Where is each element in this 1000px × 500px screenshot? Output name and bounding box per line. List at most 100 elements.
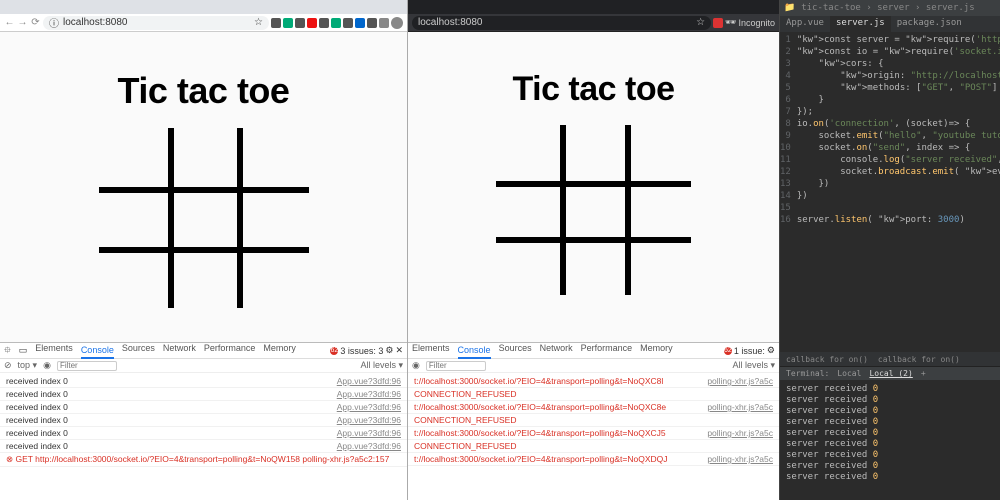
devtools-tab-sources[interactable]: Sources <box>122 343 155 359</box>
code-line[interactable]: "kw">origin: "http://localhost:8080", <box>797 70 1000 82</box>
code-line[interactable]: io.on('connection', (socket)=> { <box>797 118 1000 130</box>
file-tab[interactable]: package.json <box>891 16 968 32</box>
site-info-icon[interactable]: ⓘ <box>49 15 59 30</box>
devtools-inspect-icon[interactable]: ⯐ <box>4 343 11 359</box>
devtools-tab-elements[interactable]: Elements <box>412 343 450 359</box>
breadcrumb-segment[interactable]: server <box>877 3 910 13</box>
devtools-tab-network[interactable]: Network <box>163 343 196 359</box>
code-line[interactable]: } <box>797 94 1000 106</box>
tic-tac-toe-board[interactable] <box>496 125 691 295</box>
console-line[interactable]: received index 0App.vue?3dfd:96 <box>0 375 407 388</box>
terminal-tab[interactable]: Local (2) <box>869 369 912 378</box>
devtools-tab-memory[interactable]: Memory <box>640 343 673 359</box>
extension-icon[interactable] <box>343 18 353 28</box>
console-line[interactable]: t://localhost:3000/socket.io/?EIO=4&tran… <box>408 401 779 414</box>
code-line[interactable]: "kw">const io = "kw">require('socket.io'… <box>797 46 1000 58</box>
console-line[interactable]: ⊗ GET http://localhost:3000/socket.io/?E… <box>0 453 407 467</box>
devtools-gear-icon[interactable]: ⚙ <box>385 345 393 356</box>
levels-selector[interactable]: All levels ▾ <box>732 360 775 371</box>
devtools-tab-sources[interactable]: Sources <box>499 343 532 359</box>
console-line[interactable]: t://localhost:3000/socket.io/?EIO=4&tran… <box>408 375 779 388</box>
extension-icon[interactable] <box>271 18 281 28</box>
eye-icon[interactable]: ◉ <box>412 360 420 371</box>
file-tab[interactable]: App.vue <box>780 16 830 32</box>
console-line[interactable]: received index 0App.vue?3dfd:96 <box>0 440 407 453</box>
terminal-tab[interactable]: + <box>921 369 926 378</box>
code-line[interactable]: }) <box>797 178 1000 190</box>
filter-input[interactable] <box>57 361 117 371</box>
devtools-tab-memory[interactable]: Memory <box>263 343 296 359</box>
console-clear-icon[interactable]: ⊘ <box>4 360 12 371</box>
extension-icon[interactable] <box>713 18 723 28</box>
console-line[interactable]: t://localhost:3000/socket.io/?EIO=4&tran… <box>408 453 779 466</box>
extension-icon[interactable] <box>319 18 329 28</box>
terminal-output[interactable]: server received 0server received 0server… <box>780 380 1000 500</box>
extension-icon[interactable] <box>283 18 293 28</box>
extension-icon[interactable] <box>295 18 305 28</box>
address-bar[interactable]: localhost:8080 ☆ <box>412 16 711 30</box>
code-line[interactable]: "kw">const server = "kw">require('http')… <box>797 34 1000 46</box>
code-line[interactable]: socket.on("send", index => { <box>797 142 1000 154</box>
terminal-tab[interactable]: Local <box>837 369 861 378</box>
extension-icon[interactable] <box>307 18 317 28</box>
code-line[interactable]: "kw">cors: { <box>797 58 1000 70</box>
devtools-tab-elements[interactable]: Elements <box>35 343 73 359</box>
console-log[interactable]: received index 0App.vue?3dfd:96received … <box>0 373 407 500</box>
levels-selector[interactable]: All levels ▾ <box>360 360 403 371</box>
console-line[interactable]: t://localhost:3000/socket.io/?EIO=4&tran… <box>408 427 779 440</box>
code-line[interactable]: }) <box>797 190 1000 202</box>
devtools-close-icon[interactable]: ✕ <box>395 345 403 356</box>
console-line[interactable]: CONNECTION_REFUSED <box>408 440 779 453</box>
filter-input[interactable] <box>426 361 486 371</box>
devtools-errors[interactable]: 62 1 issue: ⚙ <box>724 345 775 356</box>
console-line[interactable]: received index 0App.vue?3dfd:96 <box>0 388 407 401</box>
code-line[interactable]: }); <box>797 106 1000 118</box>
code-line[interactable] <box>797 202 1000 214</box>
devtools-tab-network[interactable]: Network <box>540 343 573 359</box>
devtools-errors[interactable]: 62 3 issues: 3 ⚙ ✕ <box>330 345 403 356</box>
console-line[interactable]: received index 0App.vue?3dfd:96 <box>0 401 407 414</box>
breadcrumb-segment[interactable]: server.js <box>926 3 975 13</box>
editor-file-tabs[interactable]: App.vueserver.jspackage.json <box>780 16 1000 32</box>
code-line[interactable]: console.log("server received", index); <box>797 154 1000 166</box>
console-line[interactable]: received index 0App.vue?3dfd:96 <box>0 427 407 440</box>
eye-icon[interactable]: ◉ <box>43 360 51 371</box>
file-tab[interactable]: server.js <box>830 16 891 32</box>
code-line[interactable]: socket.emit("hello", "youtube tutorial")… <box>797 130 1000 142</box>
devtools-tab-console[interactable]: Console <box>81 343 114 359</box>
terminal-tabs[interactable]: Terminal: Local Local (2) + <box>780 366 1000 380</box>
context-selector[interactable]: top ▾ <box>18 360 38 371</box>
bookmark-star-icon[interactable]: ☆ <box>696 17 705 28</box>
extension-icon[interactable] <box>379 18 389 28</box>
code-editor[interactable]: 12345678910111213141516 "kw">const serve… <box>780 32 1000 352</box>
structure-crumb[interactable]: callback for on() <box>786 355 868 364</box>
code-line[interactable]: socket.broadcast.emit( "kw">ev: "play", … <box>797 166 1000 178</box>
address-bar[interactable]: ⓘ localhost:8080 ☆ <box>43 16 269 30</box>
code-line[interactable]: server.listen( "kw">port: 3000) <box>797 214 1000 226</box>
devtools-tab-console[interactable]: Console <box>458 343 491 359</box>
console-log[interactable]: t://localhost:3000/socket.io/?EIO=4&tran… <box>408 373 779 500</box>
code-area[interactable]: "kw">const server = "kw">require('http')… <box>795 32 1000 352</box>
terminal-tab[interactable]: Terminal: <box>786 369 829 378</box>
extensions-area[interactable] <box>271 18 389 28</box>
code-line[interactable]: "kw">methods: ["GET", "POST"] <box>797 82 1000 94</box>
devtools-tab-performance[interactable]: Performance <box>204 343 256 359</box>
extension-icon[interactable] <box>355 18 365 28</box>
console-line[interactable]: CONNECTION_REFUSED <box>408 388 779 401</box>
tab-strip[interactable] <box>408 0 779 14</box>
devtools-tab-performance[interactable]: Performance <box>581 343 633 359</box>
forward-icon[interactable]: → <box>17 17 28 28</box>
devtools-gear-icon[interactable]: ⚙ <box>767 345 775 356</box>
ide-breadcrumbs[interactable]: 📁 tic-tac-toe › server › server.js <box>780 0 1000 16</box>
back-icon[interactable]: ← <box>4 17 15 28</box>
reload-icon[interactable]: ⟳ <box>30 17 41 28</box>
console-line[interactable]: received index 0App.vue?3dfd:96 <box>0 414 407 427</box>
devtools-device-icon[interactable]: ▭ <box>19 345 28 356</box>
structure-crumbs[interactable]: callback for on()callback for on() <box>780 352 1000 366</box>
tic-tac-toe-board[interactable] <box>99 128 309 308</box>
extension-icon[interactable] <box>331 18 341 28</box>
profile-avatar[interactable] <box>391 17 403 29</box>
breadcrumb-segment[interactable]: tic-tac-toe <box>801 3 861 13</box>
extension-icon[interactable] <box>367 18 377 28</box>
bookmark-star-icon[interactable]: ☆ <box>254 17 263 28</box>
